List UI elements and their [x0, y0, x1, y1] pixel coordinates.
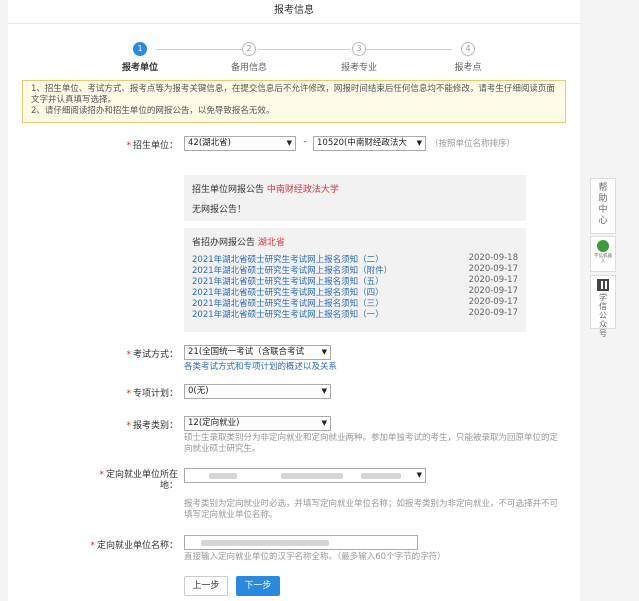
- directed-location-select[interactable]: ▼: [184, 468, 426, 483]
- step-number: 1: [133, 42, 147, 56]
- progress-steps: 1 报考单位 2 备用信息 3 报考专业 4 报考点: [108, 42, 498, 76]
- main-panel: 报考信息 1 报考单位 2 备用信息 3 报考专业 4 报考点 1、招生单位、考…: [8, 0, 580, 601]
- help-center-label: 帮助中心: [598, 183, 608, 226]
- unit-label: * 招生单位：: [126, 141, 178, 151]
- unit-notice-body: 无网报公告！: [192, 205, 247, 215]
- exam-mode-overview-link[interactable]: 各类考试方式和专项计划的概述以及关系: [184, 362, 337, 373]
- unit-sort-hint: （按照单位名称排序）: [430, 139, 516, 149]
- robot-label: 学信机器人: [593, 253, 612, 265]
- chevron-down-icon: ▼: [321, 419, 327, 427]
- announcement-row[interactable]: 2021年湖北省硕士研究生考试网上报名须知（五） 2020-09-17: [192, 275, 518, 287]
- step-label: 备用信息: [230, 63, 267, 73]
- step-2: 2 备用信息: [209, 42, 289, 73]
- next-step-button[interactable]: 下一步: [236, 576, 280, 596]
- chevron-down-icon: ▼: [321, 387, 327, 395]
- robot-button[interactable]: 学信机器人: [590, 236, 616, 272]
- province-notice-province: 湖北省: [257, 238, 285, 248]
- redacted-value: [209, 473, 237, 479]
- province-notice-panel: 省招办网报公告 湖北省 2021年湖北省硕士研究生考试网上报名须知（二） 2020…: [184, 228, 526, 332]
- qr-code-button[interactable]: 学信公众号: [590, 275, 616, 338]
- step-4: 4 报考点: [428, 42, 508, 73]
- notice-line-1: 1、招生单位、考试方式、报考点等为报考关键信息，在提交信息后不允许修改，网报时间…: [31, 84, 555, 105]
- directed-name-hint: 直接输入定向就业单位的汉字名称全称。（最多输入60个字节的字符）: [184, 552, 446, 562]
- page-title: 报考信息: [8, 0, 580, 24]
- step-label: 报考点: [454, 63, 482, 73]
- directed-name-label: * 定向就业单位名称：: [90, 541, 178, 551]
- help-center-button[interactable]: 帮助中心: [590, 178, 616, 234]
- category-label: * 报考类别：: [126, 421, 178, 431]
- chevron-down-icon: ▼: [414, 137, 422, 150]
- category-hint: 硕士生录取类别分为非定向就业和定向就业两种。参加单独考试的考生，只能被录取为回原…: [184, 433, 559, 454]
- special-plan-select[interactable]: 0(无) ▼: [184, 384, 331, 399]
- qr-code-icon: [597, 279, 609, 291]
- redacted-value: [361, 473, 401, 479]
- category-select[interactable]: 12(定向就业) ▼: [184, 416, 331, 431]
- step-3: 3 报考专业: [319, 42, 399, 73]
- province-select[interactable]: 42(湖北省) ▼: [184, 136, 296, 151]
- chevron-down-icon: ▼: [286, 139, 292, 147]
- announcement-row[interactable]: 2021年湖北省硕士研究生考试网上报名须知（二） 2020-09-18: [192, 253, 518, 265]
- redacted-value: [281, 473, 343, 479]
- unit-notice-panel: 招生单位网报公告 中南财经政法大学 无网报公告！: [184, 175, 526, 221]
- redacted-value: [201, 540, 329, 546]
- province-notice-title: 省招办网报公告 湖北省: [192, 238, 285, 248]
- chevron-down-icon: ▼: [416, 471, 422, 479]
- step-1: 1 报考单位: [100, 42, 180, 73]
- announcement-row[interactable]: 2021年湖北省硕士研究生考试网上报名须知（四） 2020-09-17: [192, 286, 518, 298]
- chevron-down-icon: ▼: [319, 346, 327, 359]
- prev-step-button[interactable]: 上一步: [184, 576, 228, 596]
- directed-name-input[interactable]: [184, 535, 418, 550]
- directed-location-hint: 报考类别为定向就业时必选，并填写定向就业单位名称；如报考类别为非定向就业，不可选…: [184, 499, 559, 520]
- exam-mode-label: * 考试方式：: [126, 350, 178, 360]
- unit-dash: -: [303, 137, 307, 147]
- unit-select[interactable]: 10520(中南财经政法大 ▼: [313, 136, 426, 151]
- announcement-row[interactable]: 2021年湖北省硕士研究生考试网上报名须知（一） 2020-09-17: [192, 308, 518, 320]
- unit-notice-title: 招生单位网报公告 中南财经政法大学: [192, 185, 339, 195]
- step-number: 2: [242, 42, 256, 56]
- unit-notice-unit: 中南财经政法大学: [266, 185, 339, 195]
- notice-box: 1、招生单位、考试方式、报考点等为报考关键信息，在提交信息后不允许修改，网报时间…: [22, 80, 566, 123]
- step-label: 报考单位: [121, 63, 158, 73]
- qr-code-label: 学信公众号: [599, 293, 607, 338]
- robot-icon: [597, 240, 609, 252]
- step-number: 4: [461, 42, 475, 56]
- step-number: 3: [352, 42, 366, 56]
- announcement-row[interactable]: 2021年湖北省硕士研究生考试网上报名须知（三） 2020-09-17: [192, 297, 518, 309]
- exam-mode-select[interactable]: 21(全国统一考试（含联合考试 ▼: [184, 345, 331, 360]
- special-plan-label: * 专项计划：: [126, 389, 178, 399]
- notice-line-2: 2、请仔细阅读招办和招生单位的网报公告，以免导致报名无效。: [31, 106, 275, 116]
- announcement-row[interactable]: 2021年湖北省硕士研究生考试网上报名须知（附件） 2020-09-17: [192, 264, 518, 276]
- directed-location-label: * 定向就业单位所在 地：: [99, 470, 178, 491]
- step-label: 报考专业: [340, 63, 377, 73]
